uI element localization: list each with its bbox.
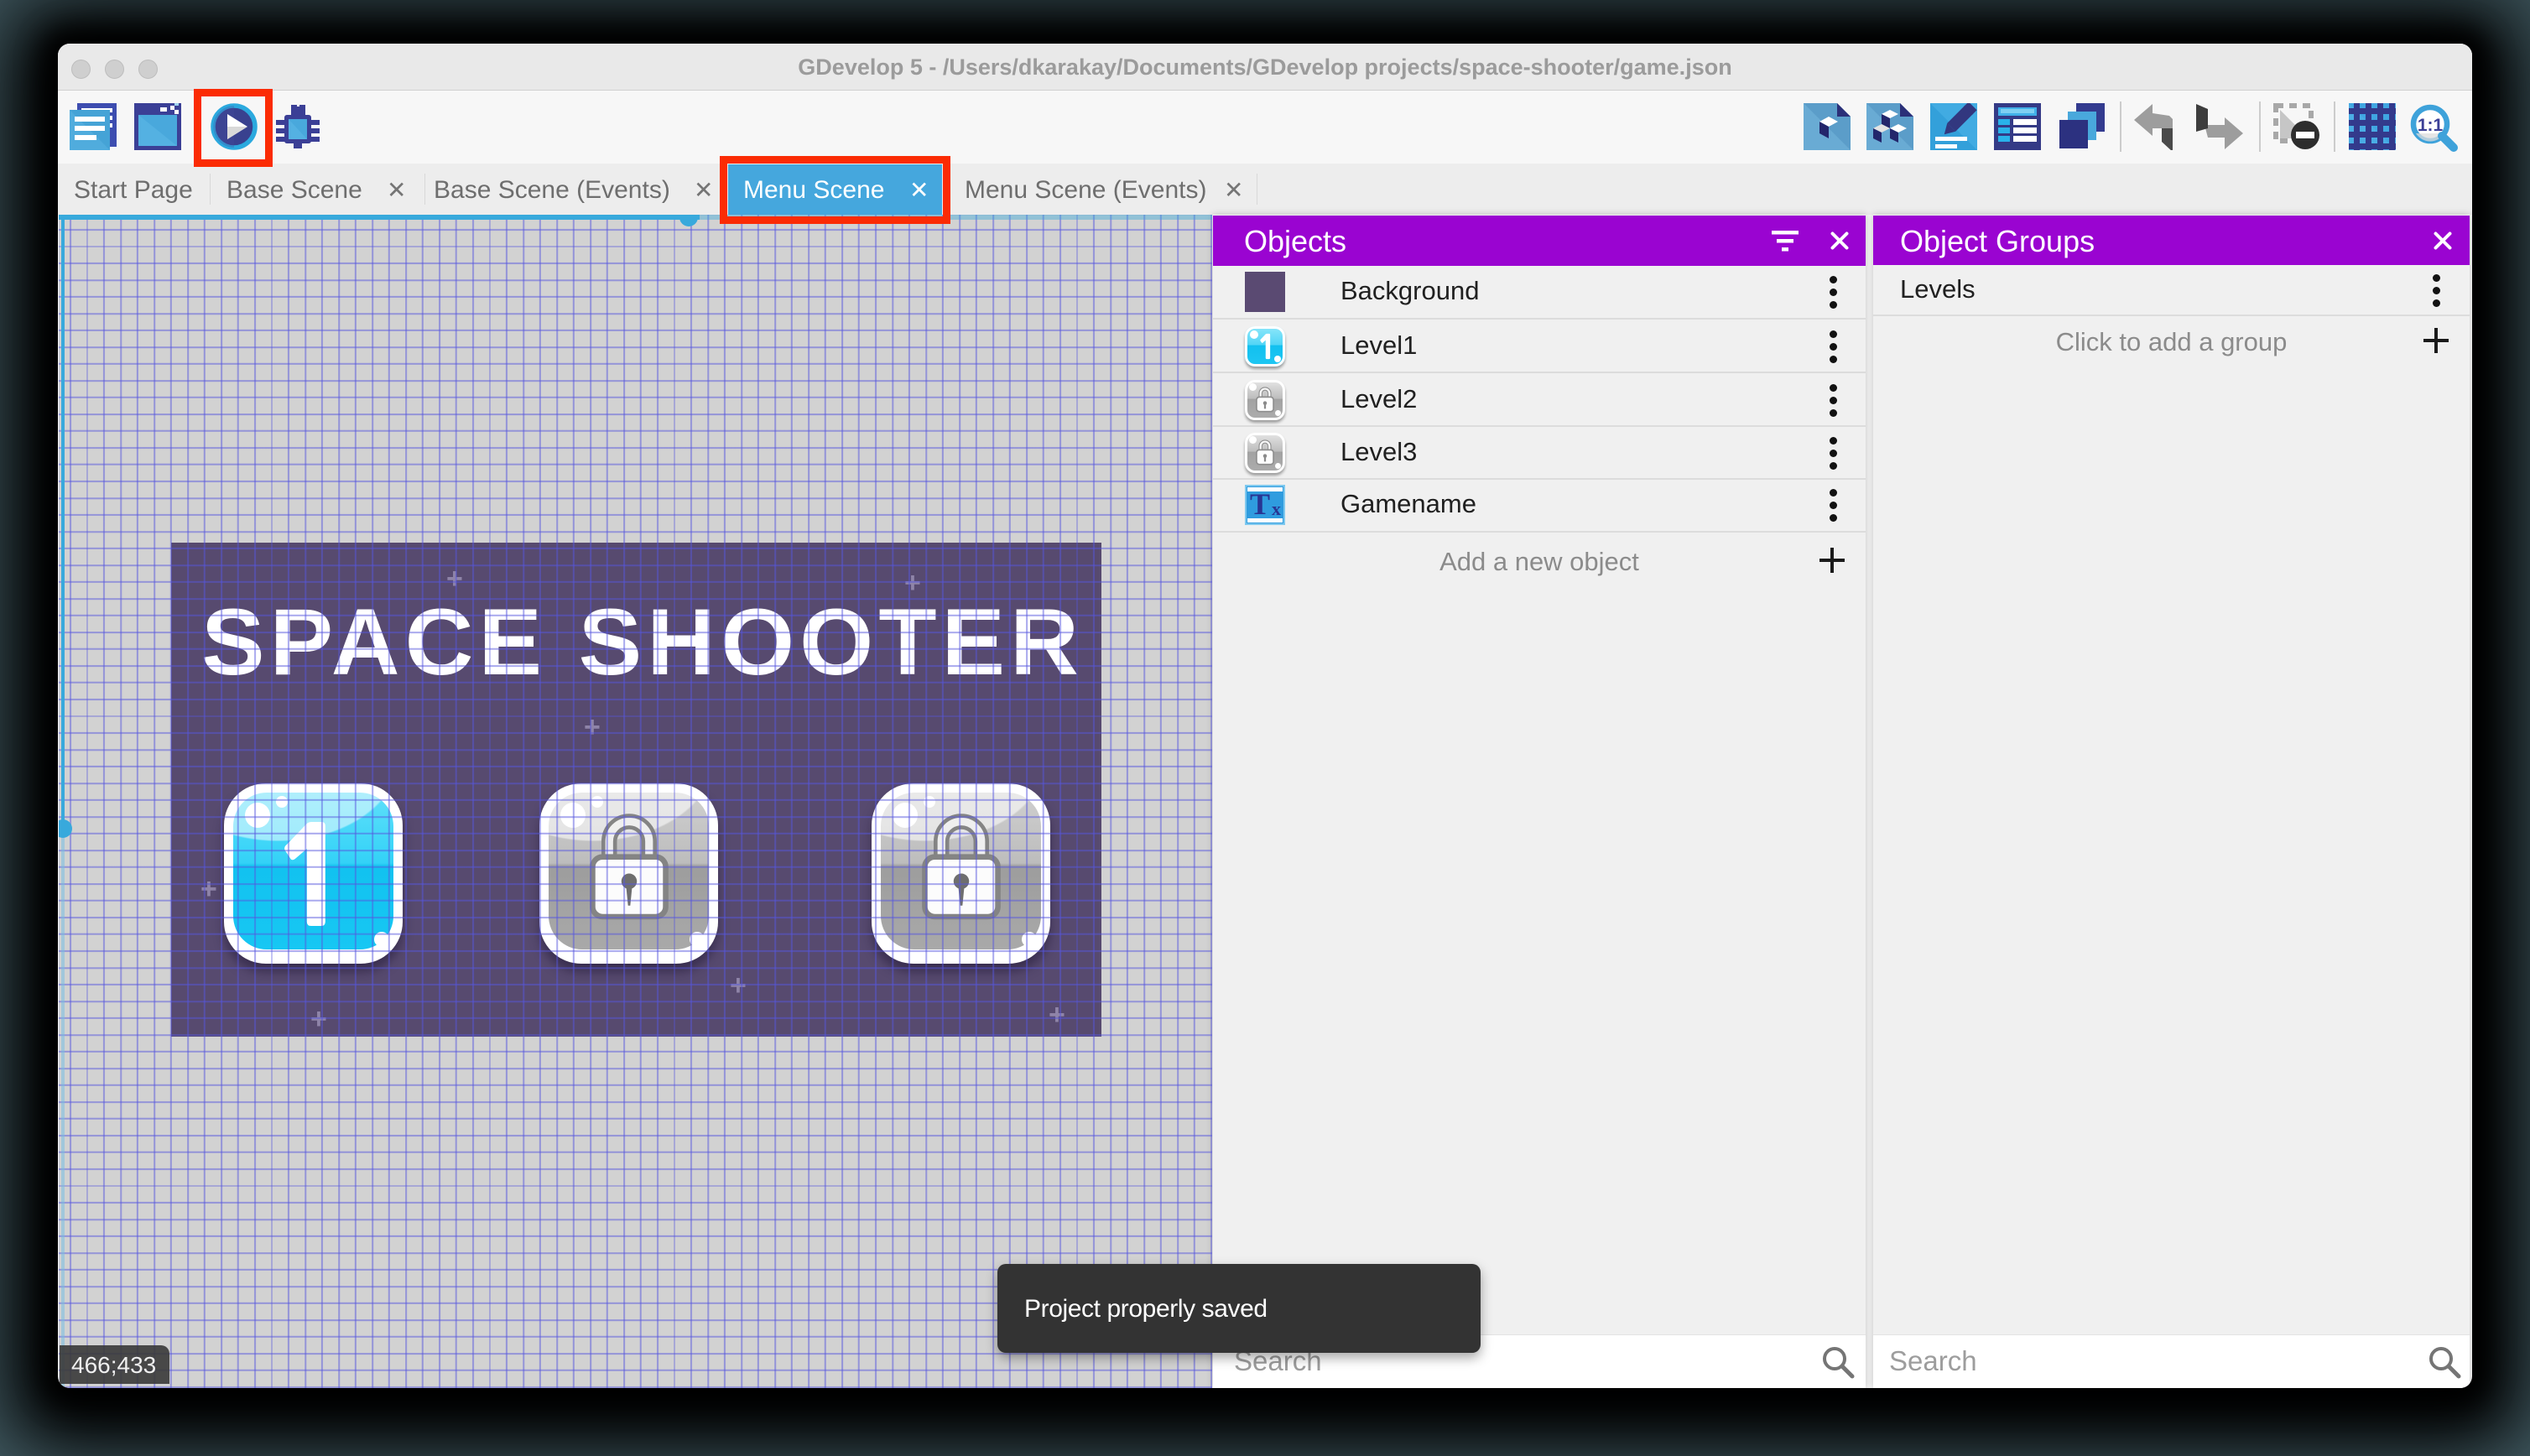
svg-text:1:1: 1:1 (2418, 116, 2444, 135)
svg-text:SPACE SHOOTER: SPACE SHOOTER (201, 590, 1084, 694)
